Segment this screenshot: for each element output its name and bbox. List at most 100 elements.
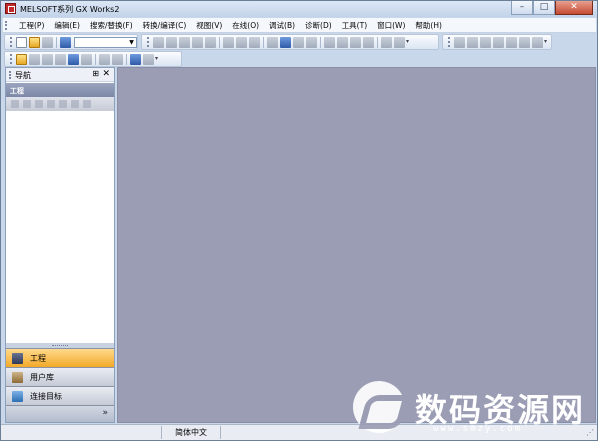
- navigation-title: 导航: [15, 71, 31, 80]
- watermark-url: www.smzy.com: [433, 424, 523, 434]
- chevron-down-icon[interactable]: ▼: [127, 38, 136, 47]
- cross-ref-window-icon[interactable]: [55, 53, 66, 65]
- app-window: MELSOFT系列 GX Works2 – □ ✕ 工程(P) 编辑(E) 搜索…: [0, 0, 598, 441]
- parts-selection-icon[interactable]: [29, 53, 40, 65]
- menu-bar: 工程(P) 编辑(E) 搜索/替换(F) 转换/编译(C) 视图(V) 在线(O…: [3, 18, 596, 33]
- toolbar-grip-icon[interactable]: [10, 54, 13, 64]
- menu-help[interactable]: 帮助(H): [410, 20, 447, 31]
- app-logo-icon[interactable]: [5, 3, 16, 14]
- cut-icon[interactable]: [153, 36, 164, 48]
- new-data-icon[interactable]: [11, 100, 19, 108]
- menu-diagnostics[interactable]: 诊断(D): [300, 20, 337, 31]
- coil-icon[interactable]: [493, 36, 504, 48]
- close-button[interactable]: ✕: [555, 1, 593, 15]
- toolbar-overflow-icon[interactable]: ▾: [544, 36, 549, 48]
- menubar-grip-icon[interactable]: [5, 21, 8, 30]
- open-folder-icon[interactable]: [29, 36, 40, 48]
- instruction-icon[interactable]: [506, 36, 517, 48]
- menu-tools[interactable]: 工具(T): [337, 20, 372, 31]
- read-plc-icon[interactable]: [267, 36, 278, 48]
- redo-icon[interactable]: [205, 36, 216, 48]
- project-tree[interactable]: [6, 111, 114, 343]
- filter-icon[interactable]: [83, 100, 91, 108]
- menu-project[interactable]: 工程(P): [14, 20, 49, 31]
- zoom-icon[interactable]: [363, 36, 374, 48]
- toolbar-overflow-icon[interactable]: ▾: [155, 53, 160, 65]
- ladder-function-icon[interactable]: [249, 36, 260, 48]
- undo-icon[interactable]: [192, 36, 203, 48]
- nav-button-project[interactable]: 工程: [6, 348, 114, 367]
- toolbar-grip-icon[interactable]: [10, 37, 13, 47]
- nav-button-label: 用户库: [30, 372, 54, 382]
- cross-reference-icon[interactable]: [394, 36, 405, 48]
- edit-toolbar: ▾: [141, 34, 439, 50]
- alias-display-icon[interactable]: [112, 53, 123, 65]
- maximize-button[interactable]: □: [533, 1, 555, 15]
- watch-window-icon[interactable]: [81, 53, 92, 65]
- toolbar-separator: [377, 36, 378, 48]
- nav-button-label: 连接目标: [30, 391, 62, 401]
- toolbar-grip-icon[interactable]: [448, 37, 451, 47]
- nav-button-user-library[interactable]: 用户库: [6, 367, 114, 386]
- find-icon[interactable]: [381, 36, 392, 48]
- project-section-header: 工程: [6, 83, 114, 97]
- verify-plc-icon[interactable]: [293, 36, 304, 48]
- navigation-pane: 导航 ⊞ ✕ 工程 工程 用户库 连接目标 »: [5, 67, 115, 423]
- toolbar-dropdown[interactable]: ▼: [74, 36, 137, 48]
- parallel-contact-icon[interactable]: [480, 36, 491, 48]
- minimize-button[interactable]: –: [511, 1, 533, 15]
- monitor-icon[interactable]: [306, 36, 317, 48]
- new-file-icon[interactable]: [16, 36, 27, 48]
- closed-contact-icon[interactable]: [467, 36, 478, 48]
- help-icon[interactable]: [60, 36, 71, 48]
- device-batch-icon[interactable]: [337, 36, 348, 48]
- expand-tree-icon[interactable]: [71, 100, 79, 108]
- connection-icon: [12, 390, 23, 402]
- line-draw-icon[interactable]: [519, 36, 530, 48]
- comment-display-icon[interactable]: [99, 53, 110, 65]
- close-icon[interactable]: ✕: [102, 69, 110, 79]
- menu-window[interactable]: 窗口(W): [372, 20, 410, 31]
- ladder-toolbar: ▾: [442, 34, 552, 50]
- online-help-icon[interactable]: [130, 53, 141, 65]
- properties-icon[interactable]: [23, 100, 31, 108]
- delete-icon[interactable]: [35, 100, 43, 108]
- title-bar[interactable]: MELSOFT系列 GX Works2 – □ ✕: [1, 1, 597, 17]
- pane-grip-icon[interactable]: [9, 71, 11, 79]
- menu-compile[interactable]: 转换/编译(C): [138, 20, 192, 31]
- menu-view[interactable]: 视图(V): [191, 20, 227, 31]
- nav-button-connection-destination[interactable]: 连接目标: [6, 386, 114, 405]
- workspace-area[interactable]: [117, 67, 596, 423]
- binoculars-icon[interactable]: [143, 53, 154, 65]
- watch-icon[interactable]: [350, 36, 361, 48]
- copy-icon[interactable]: [166, 36, 177, 48]
- pin-icon[interactable]: ⊞: [92, 69, 99, 78]
- navigation-window-icon[interactable]: [16, 53, 27, 65]
- device-list-icon[interactable]: [68, 53, 79, 65]
- ladder-coil-icon[interactable]: [236, 36, 247, 48]
- copy-data-icon[interactable]: [47, 100, 55, 108]
- save-icon[interactable]: [42, 36, 53, 48]
- chevron-double-right-icon[interactable]: »: [102, 408, 108, 418]
- toolbar-grip-icon[interactable]: [147, 37, 150, 47]
- project-toolbar: [6, 97, 114, 111]
- output-window-icon[interactable]: [42, 53, 53, 65]
- status-language: 简体中文: [161, 426, 221, 439]
- open-contact-icon[interactable]: [454, 36, 465, 48]
- write-plc-icon[interactable]: [280, 36, 291, 48]
- library-icon: [12, 371, 23, 383]
- menu-debug[interactable]: 调试(B): [264, 20, 300, 31]
- watermark-logo-icon: [353, 381, 405, 433]
- paste-data-icon[interactable]: [59, 100, 67, 108]
- toolbar-overflow-icon[interactable]: ▾: [406, 36, 411, 48]
- paste-icon[interactable]: [179, 36, 190, 48]
- toolbar-separator: [95, 53, 96, 65]
- menu-edit[interactable]: 编辑(E): [49, 20, 85, 31]
- toolbar-separator: [320, 36, 321, 48]
- menu-find-replace[interactable]: 搜索/替换(F): [85, 20, 138, 31]
- line-delete-icon[interactable]: [532, 36, 543, 48]
- ladder-contact-icon[interactable]: [223, 36, 234, 48]
- simulation-icon[interactable]: [324, 36, 335, 48]
- nav-button-overflow[interactable]: »: [6, 405, 114, 422]
- menu-online[interactable]: 在线(O): [227, 20, 264, 31]
